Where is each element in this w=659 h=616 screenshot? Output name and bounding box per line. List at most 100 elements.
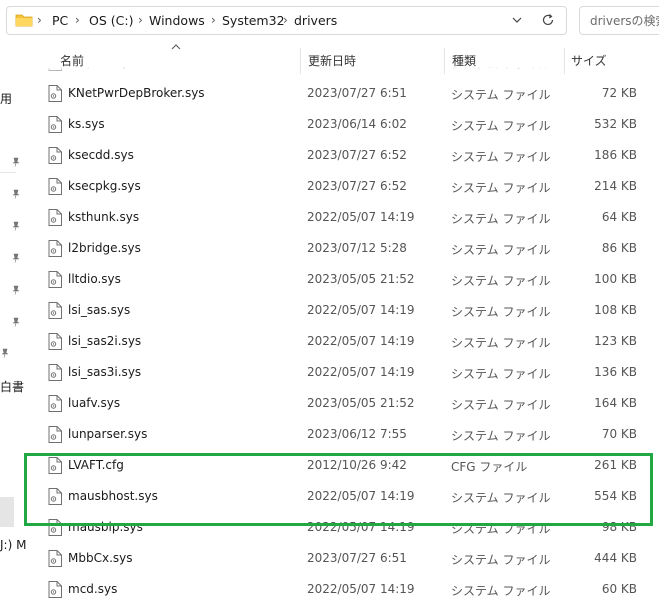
file-date: 2012/10/26 9:42 [307,458,407,472]
file-date: 2023/07/12 5:28 [307,241,407,255]
file-type: システム ファイル [451,584,551,598]
file-icon [48,178,62,195]
chevron-right-icon[interactable]: › [138,13,143,27]
pin-icon[interactable] [0,348,10,358]
file-icon [48,364,62,381]
file-type: CFG ファイル [451,460,528,474]
file-icon [48,333,62,350]
file-date: 2023/07/27 6:51 [307,551,407,565]
crumb-drivers[interactable]: drivers [294,13,337,28]
file-size: 186 KB [594,148,637,162]
file-row[interactable]: luafv.sys 2023/05/05 21:52 システム ファイル 164 KB [26,388,659,419]
file-row[interactable]: l2bridge.sys 2023/07/12 5:28 システム ファイル 86 K… [26,233,659,264]
column-name[interactable]: 名前 [60,52,84,69]
file-list: kmpdci.sys2023/05/05 21:51システム ファイル70 KB… [26,58,659,616]
file-date: 2022/05/07 14:19 [307,334,415,348]
chevron-right-icon[interactable]: › [211,13,216,27]
refresh-icon[interactable] [540,12,556,28]
pin-icon[interactable] [11,285,21,295]
file-row[interactable]: ksecpkg.sys 2023/07/27 6:52 システム ファイル 214 K… [26,171,659,202]
file-row[interactable]: MbbCx.sys 2023/07/27 6:51 システム ファイル 444 KB [26,543,659,574]
address-bar: › PC › OS (C:) › Windows › System32 › dr… [0,0,659,42]
column-date[interactable]: 更新日時 [308,52,356,69]
column-divider[interactable] [444,48,445,74]
crumb-system32[interactable]: System32 [222,13,285,28]
column-header: 名前 更新日時 種類 サイズ [26,42,659,74]
file-name: l2bridge.sys [68,241,141,255]
file-name: lsi_sas2i.sys [68,334,142,348]
file-name: lsi_sas3i.sys [68,365,142,379]
file-row[interactable]: ks.sys 2023/06/14 6:02 システム ファイル 532 KB [26,109,659,140]
file-size: 70 KB [601,427,637,441]
file-row[interactable]: lsi_sas3i.sys 2022/05/07 14:19 システム ファイル 13… [26,357,659,388]
pin-icon[interactable] [11,221,21,231]
file-name: lltdio.sys [68,272,121,286]
file-name: mcd.sys [68,582,118,596]
chevron-right-icon[interactable]: › [283,13,288,27]
file-icon [48,85,62,102]
crumb-pc[interactable]: PC [52,13,68,28]
file-row[interactable]: lsi_sas2i.sys 2022/05/07 14:19 システム ファイル 12… [26,326,659,357]
nav-divider [0,172,16,173]
file-row[interactable]: lsi_sas.sys 2022/05/07 14:19 システム ファイル 108 … [26,295,659,326]
column-size[interactable]: サイズ [571,52,607,69]
chevron-right-icon[interactable]: › [37,13,42,27]
nav-fragment[interactable]: 白書 [0,378,24,395]
file-row[interactable]: ksecdd.sys 2023/07/27 6:52 システム ファイル 186 KB [26,140,659,171]
file-row[interactable]: KNetPwrDepBroker.sys 2023/07/27 6:51 システム … [26,78,659,109]
pin-icon[interactable] [11,189,21,199]
file-date: 2023/06/12 7:55 [307,427,407,441]
file-row[interactable]: ksthunk.sys 2022/05/07 14:19 システム ファイル 64 K… [26,202,659,233]
pin-icon[interactable] [11,157,21,167]
file-icon [48,147,62,164]
file-icon [48,519,62,536]
file-type: システム ファイル [451,305,551,319]
search-input[interactable] [580,7,659,34]
search-box[interactable] [579,6,659,35]
file-name: mausbhost.sys [68,489,158,503]
file-icon [48,271,62,288]
file-date: 2022/05/07 14:19 [307,303,415,317]
file-row[interactable]: mausbip.sys 2022/05/07 14:19 システム ファイル 98 K… [26,512,659,543]
file-name: ksecdd.sys [68,148,134,162]
address-box[interactable]: › PC › OS (C:) › Windows › System32 › dr… [6,6,567,35]
file-row[interactable]: lltdio.sys 2023/05/05 21:52 システム ファイル 100 K… [26,264,659,295]
file-name: MbbCx.sys [68,551,133,565]
column-type[interactable]: 種類 [452,52,476,69]
file-icon [48,457,62,474]
file-date: 2022/05/07 14:19 [307,582,415,596]
file-icon [48,395,62,412]
scrollbar[interactable] [652,74,659,616]
file-type: システム ファイル [451,88,551,102]
crumb-os[interactable]: OS (C:) [89,13,133,28]
file-size: 164 KB [594,396,637,410]
folder-icon [15,14,33,27]
file-type: システム ファイル [451,150,551,164]
nav-fragment[interactable]: J:) M [0,538,26,552]
file-size: 444 KB [594,551,637,565]
file-icon [48,426,62,443]
file-icon [48,488,62,505]
file-type: システム ファイル [451,429,551,443]
file-row[interactable]: mcd.sys 2022/05/07 14:19 システム ファイル 60 KB [26,574,659,605]
file-date: 2023/05/05 21:52 [307,272,415,286]
file-name: ksecpkg.sys [68,179,141,193]
column-divider[interactable] [564,48,565,74]
file-date: 2023/07/27 6:52 [307,179,407,193]
pin-icon[interactable] [11,317,21,327]
crumb-windows[interactable]: Windows [149,13,205,28]
file-row[interactable]: mausbhost.sys 2022/05/07 14:19 システム ファイル 55… [26,481,659,512]
file-name: lunparser.sys [68,427,148,441]
file-type: システム ファイル [451,274,551,288]
file-row[interactable]: LVAFT.cfg 2012/10/26 9:42 CFG ファイル 261 KB [26,450,659,481]
nav-fragment[interactable]: 用 [0,90,12,107]
chevron-right-icon[interactable]: › [75,13,80,27]
file-date: 2022/05/07 14:19 [307,210,415,224]
nav-selected-item[interactable] [0,497,14,527]
column-divider[interactable] [300,48,301,74]
file-row[interactable]: lunparser.sys 2023/06/12 7:55 システム ファイル 70 … [26,419,659,450]
file-icon [48,209,62,226]
chevron-down-icon[interactable] [509,12,525,28]
file-name: lsi_sas.sys [68,303,131,317]
pin-icon[interactable] [11,253,21,263]
